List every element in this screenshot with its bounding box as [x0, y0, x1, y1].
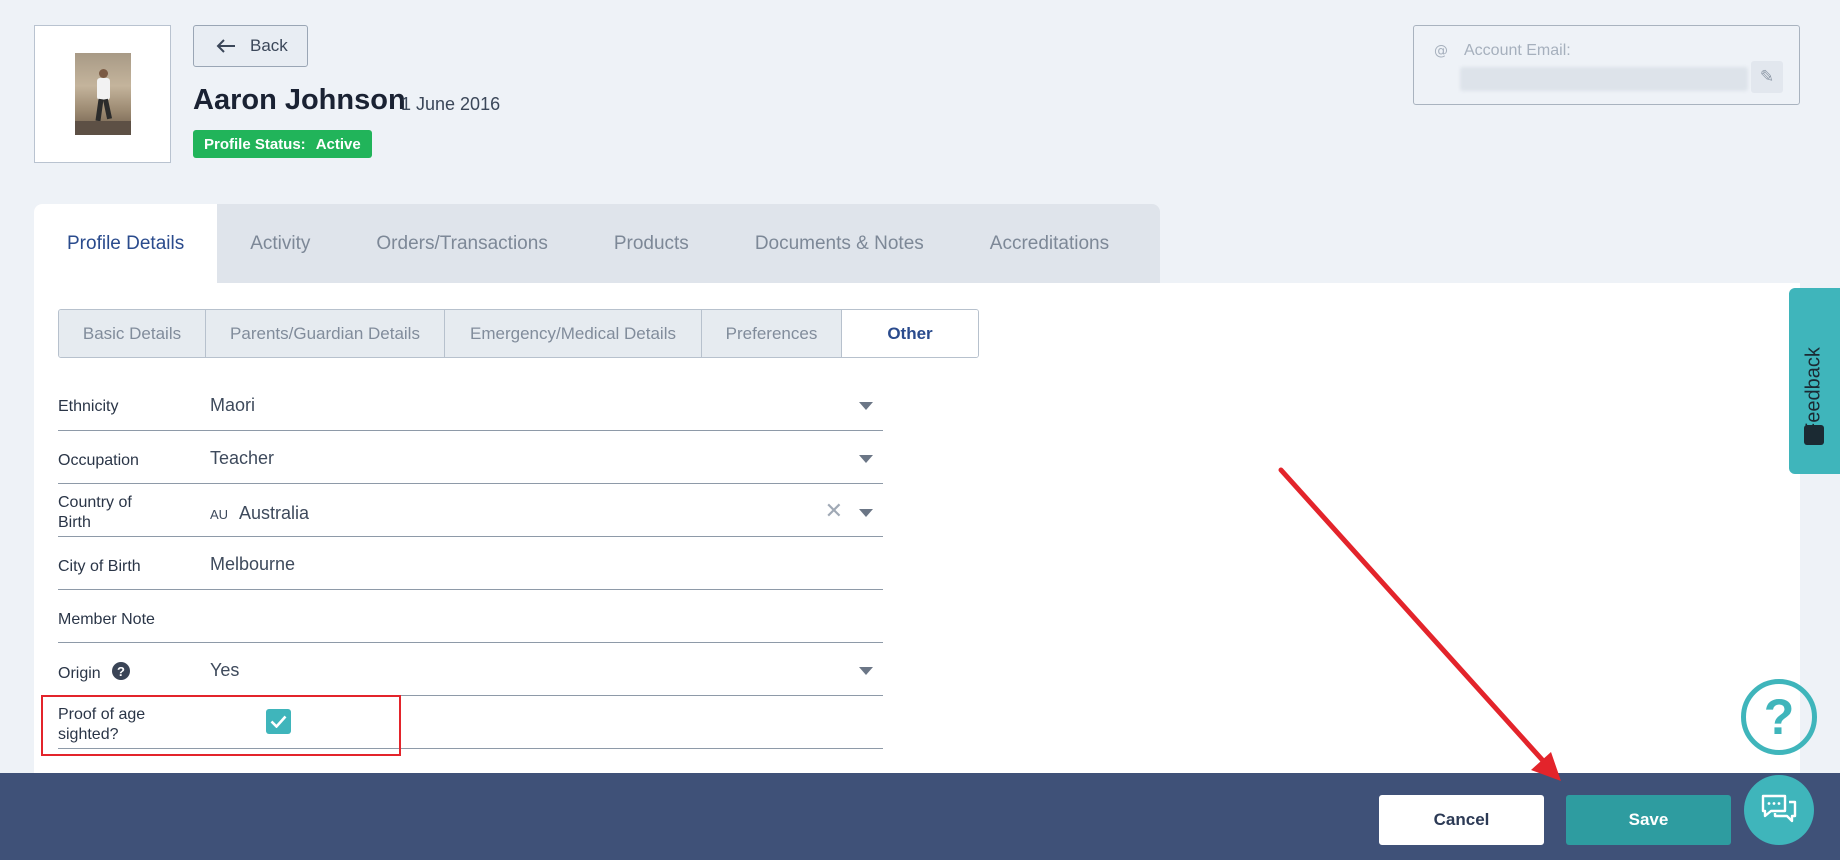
- tab-accreditations[interactable]: Accreditations: [957, 204, 1142, 283]
- ethnicity-label: Ethnicity: [58, 398, 119, 415]
- avatar: [34, 25, 171, 163]
- account-email-value: ••••••••••••••••••••••••: [1460, 67, 1748, 91]
- tab-activity[interactable]: Activity: [217, 204, 343, 283]
- profile-page: Back Aaron Johnson 1 June 2016 Profile S…: [0, 0, 1840, 860]
- subtab-other[interactable]: Other: [842, 310, 978, 357]
- back-label: Back: [250, 36, 288, 55]
- smiley-icon: [1804, 425, 1824, 445]
- question-mark-icon: ?: [1763, 689, 1795, 745]
- country-of-birth-value: Australia: [239, 503, 310, 523]
- cancel-button[interactable]: Cancel: [1379, 795, 1544, 845]
- country-flag-code: AU: [210, 507, 229, 522]
- status-badge: Profile Status: Active: [193, 130, 372, 158]
- member-note-label: Member Note: [58, 611, 155, 628]
- city-of-birth-field[interactable]: City of Birth Melbourne: [58, 537, 883, 590]
- sub-tabs: Basic Details Parents/Guardian Details E…: [58, 309, 979, 358]
- ethnicity-value: Maori: [210, 395, 256, 415]
- save-button[interactable]: Save: [1566, 795, 1731, 845]
- chevron-down-icon[interactable]: [859, 402, 873, 410]
- member-note-field[interactable]: Member Note: [58, 590, 883, 643]
- account-email-card: @ Account Email: •••••••••••••••••••••••…: [1413, 25, 1800, 105]
- occupation-field[interactable]: Occupation Teacher: [58, 431, 883, 484]
- chevron-down-icon[interactable]: [859, 455, 873, 463]
- main-tabs: Profile Details Activity Orders/Transact…: [34, 204, 1160, 283]
- help-button[interactable]: ?: [1741, 679, 1817, 755]
- city-of-birth-label: City of Birth: [58, 558, 141, 575]
- ethnicity-field[interactable]: Ethnicity Maori: [58, 378, 883, 431]
- tab-products[interactable]: Products: [581, 204, 722, 283]
- city-of-birth-value: Melbourne: [210, 554, 296, 574]
- tab-documents-notes[interactable]: Documents & Notes: [722, 204, 957, 283]
- tab-orders-transactions[interactable]: Orders/Transactions: [343, 204, 580, 283]
- chat-button[interactable]: [1744, 775, 1814, 845]
- country-of-birth-field[interactable]: Country of Birth AU Australia ✕: [58, 484, 883, 537]
- subtab-parents-guardian[interactable]: Parents/Guardian Details: [206, 310, 445, 357]
- feedback-tab[interactable]: Feedback: [1789, 288, 1840, 474]
- pencil-icon: ✎: [1759, 67, 1775, 87]
- at-icon: @: [1434, 43, 1448, 59]
- action-footer: [0, 773, 1840, 860]
- subtab-emergency-medical[interactable]: Emergency/Medical Details: [445, 310, 702, 357]
- member-name: Aaron Johnson: [193, 84, 406, 116]
- origin-value: Yes: [210, 660, 240, 680]
- chevron-down-icon[interactable]: [859, 667, 873, 675]
- status-value: Active: [315, 135, 361, 153]
- edit-email-button[interactable]: ✎: [1751, 61, 1783, 93]
- chevron-down-icon[interactable]: [859, 509, 873, 517]
- status-label: Profile Status:: [204, 135, 306, 153]
- question-mark-icon[interactable]: ?: [112, 662, 130, 680]
- tab-profile-details[interactable]: Profile Details: [34, 204, 218, 283]
- subtab-basic-details[interactable]: Basic Details: [59, 310, 206, 357]
- clear-icon[interactable]: ✕: [825, 499, 843, 524]
- chat-bubbles-icon: [1761, 794, 1797, 823]
- avatar-photo: [75, 53, 131, 135]
- member-dob: 1 June 2016: [401, 94, 501, 114]
- occupation-value: Teacher: [210, 448, 275, 468]
- annotation-highlight-box: [41, 695, 401, 756]
- arrow-left-icon: [216, 39, 235, 53]
- origin-field[interactable]: Origin ? Yes: [58, 643, 883, 696]
- country-of-birth-label: Country of Birth: [58, 494, 132, 531]
- subtab-preferences[interactable]: Preferences: [702, 310, 842, 357]
- origin-label: Origin: [58, 665, 101, 682]
- account-email-label: Account Email:: [1464, 42, 1571, 59]
- occupation-label: Occupation: [58, 452, 139, 469]
- back-button[interactable]: Back: [193, 25, 308, 67]
